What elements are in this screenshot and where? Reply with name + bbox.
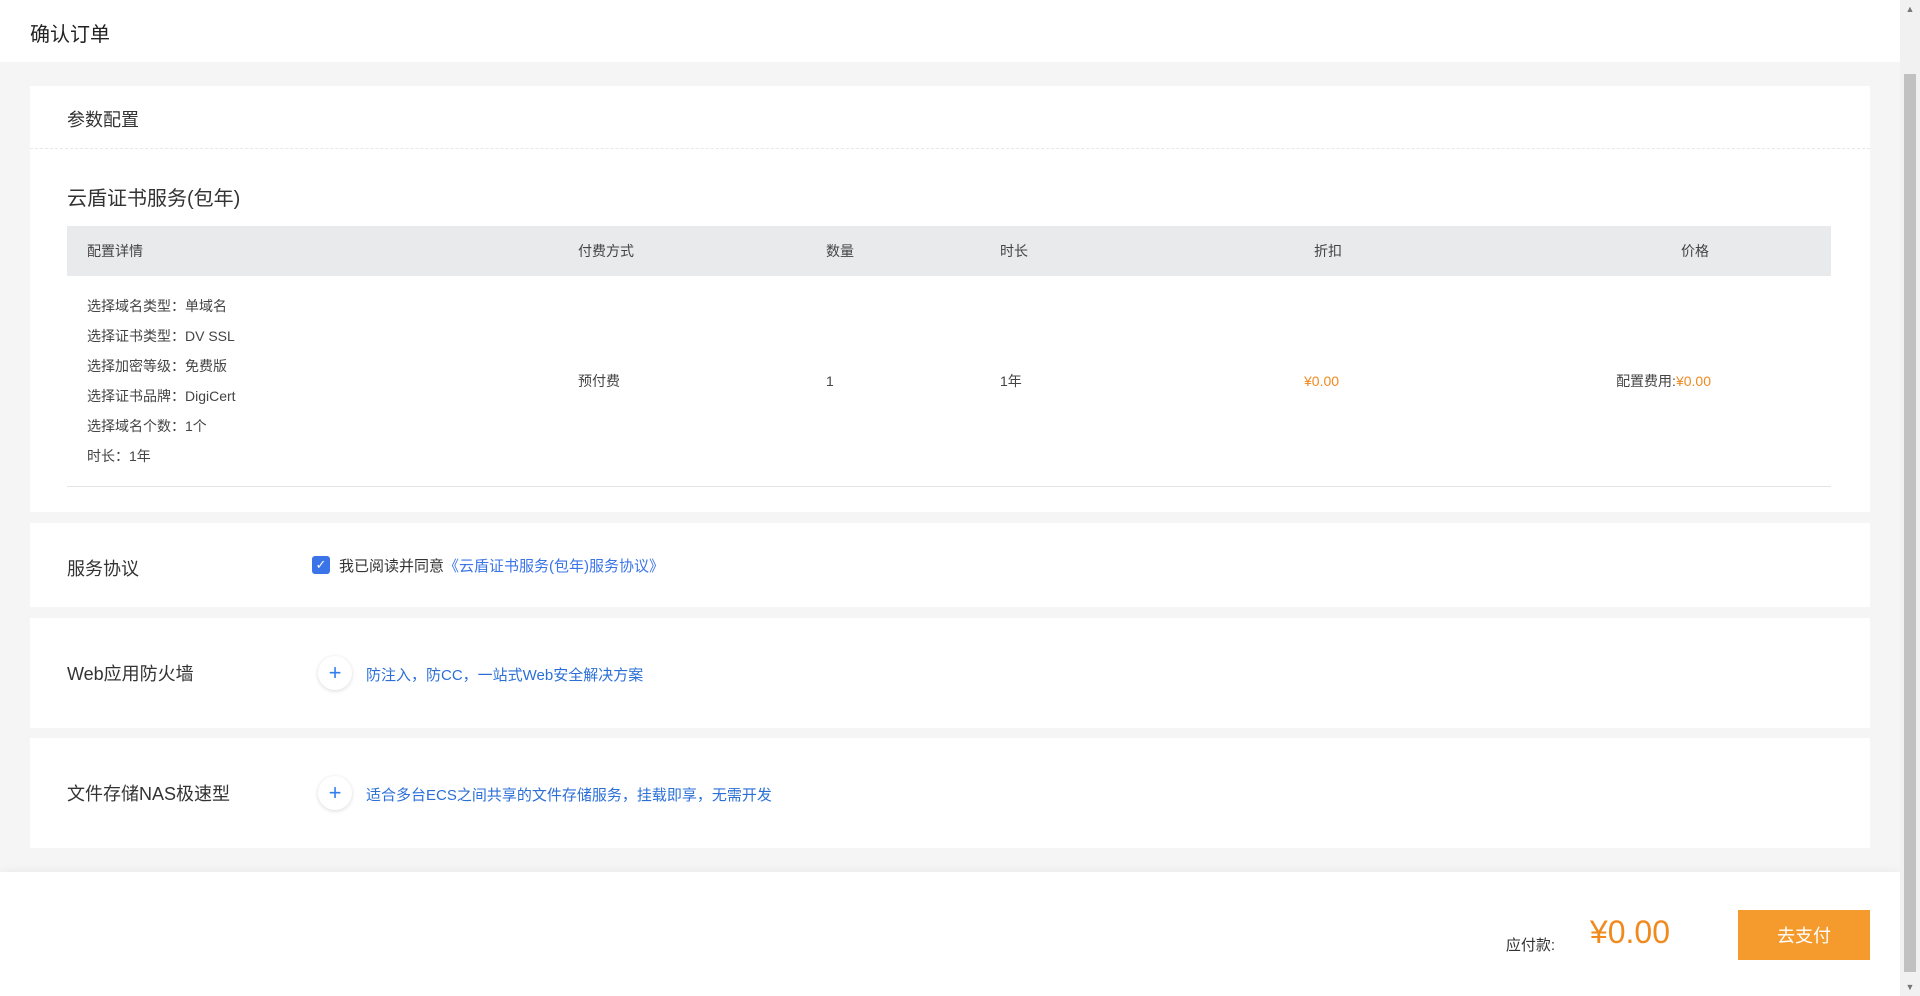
table-row: 选择域名类型：单域名 选择证书类型：DV SSL 选择加密等级：免费版 选择证书… [67, 276, 1831, 487]
detail-cert-type: 选择证书类型：DV SSL [87, 328, 235, 344]
addon-nas-card: 文件存储NAS极速型 + 适合多台ECS之间共享的文件存储服务，挂载即享，无需开… [30, 738, 1870, 848]
header-price: 价格 [1681, 243, 1709, 259]
page-title: 确认订单 [30, 24, 110, 46]
agreement-text: 我已阅读并同意 [339, 558, 445, 575]
payable-label: 应付款: [1505, 937, 1555, 954]
header-quantity: 数量 [826, 243, 854, 259]
addon-waf-label: Web应用防火墙 [67, 664, 194, 684]
pay-button[interactable]: 去支付 [1738, 910, 1870, 960]
header-discount: 折扣 [1314, 243, 1342, 259]
detail-duration: 时长：1年 [87, 448, 151, 464]
agreement-label: 服务协议 [67, 559, 139, 579]
plus-icon: + [328, 780, 342, 805]
addon-waf-description[interactable]: 防注入，防CC，一站式Web安全解决方案 [366, 664, 643, 685]
cell-quantity: 1 [826, 373, 834, 389]
cell-discount: ¥0.00 [1304, 373, 1340, 389]
detail-domain-count: 选择域名个数：1个 [87, 418, 207, 434]
addon-nas-label: 文件存储NAS极速型 [67, 784, 231, 804]
cell-price: 配置费用:¥0.00 [1616, 370, 1711, 392]
agreement-card: 服务协议 ✓ 我已阅读并同意《云盾证书服务(包年)服务协议》 [30, 523, 1870, 607]
chevron-up-icon[interactable]: ▲ [1900, 0, 1920, 18]
detail-cert-brand: 选择证书品牌：DigiCert [87, 388, 236, 404]
scrollbar-thumb[interactable] [1904, 74, 1916, 972]
header-detail: 配置详情 [87, 243, 143, 259]
chevron-down-icon[interactable]: ▼ [1900, 978, 1920, 996]
page-header: 确认订单 [0, 0, 1900, 62]
config-detail-list: 选择域名类型：单域名 选择证书类型：DV SSL 选择加密等级：免费版 选择证书… [87, 291, 236, 471]
scrollbar[interactable]: ▲ ▼ [1900, 0, 1920, 996]
cell-payment: 预付费 [578, 373, 620, 389]
cell-duration: 1年 [1000, 373, 1022, 389]
add-waf-button[interactable]: + [318, 656, 352, 690]
agreement-text-wrap: 我已阅读并同意《云盾证书服务(包年)服务协议》 [339, 555, 664, 576]
params-card: 参数配置 云盾证书服务(包年) 配置详情 付费方式 数量 时长 折扣 价格 选择… [30, 86, 1870, 512]
detail-domain-type: 选择域名类型：单域名 [87, 298, 227, 314]
price-label: 配置费用: [1616, 373, 1676, 389]
header-duration: 时长 [1000, 243, 1028, 259]
checkout-bar: 应付款: ¥0.00 去支付 [0, 872, 1900, 996]
agreement-link[interactable]: 《云盾证书服务(包年)服务协议》 [444, 558, 664, 575]
add-nas-button[interactable]: + [318, 776, 352, 810]
check-icon: ✓ [315, 557, 327, 572]
addon-waf-card: Web应用防火墙 + 防注入，防CC，一站式Web安全解决方案 [30, 618, 1870, 728]
product-name: 云盾证书服务(包年) [67, 188, 241, 210]
payable-amount: ¥0.00 [1589, 914, 1670, 950]
detail-encryption-level: 选择加密等级：免费版 [87, 358, 227, 374]
config-table: 配置详情 付费方式 数量 时长 折扣 价格 选择域名类型：单域名 选择证书类型：… [67, 226, 1831, 487]
divider [30, 148, 1870, 149]
header-payment: 付费方式 [578, 243, 634, 259]
price-value: ¥0.00 [1675, 373, 1711, 389]
plus-icon: + [328, 660, 342, 685]
agreement-checkbox[interactable]: ✓ [312, 556, 330, 574]
addon-nas-description[interactable]: 适合多台ECS之间共享的文件存储服务，挂载即享，无需开发 [366, 784, 772, 805]
params-section-title: 参数配置 [67, 110, 139, 130]
table-header: 配置详情 付费方式 数量 时长 折扣 价格 [67, 226, 1831, 276]
